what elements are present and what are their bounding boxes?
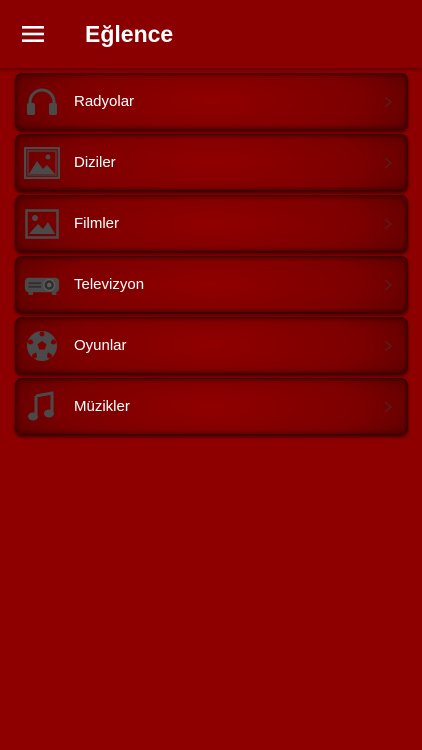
music-note-icon — [24, 391, 60, 423]
menu-item-oyunlar[interactable]: Oyunlar — [15, 317, 408, 374]
menu-item-label: Oyunlar — [74, 337, 127, 354]
hamburger-icon — [22, 26, 44, 42]
menu-item-label: Müzikler — [74, 398, 130, 415]
menu-item-label: Radyolar — [74, 93, 135, 110]
menu-button[interactable] — [14, 18, 52, 50]
menu-item-label: Filmler — [74, 215, 119, 232]
picture-icon — [24, 208, 60, 240]
chevron-right-icon — [384, 96, 393, 108]
app-bar: Eğlence — [0, 0, 422, 68]
image-frame-icon — [24, 147, 60, 179]
menu-item-radyolar[interactable]: Radyolar — [15, 73, 408, 130]
menu-list: Radyolar Diziler Filmler Televizyon Oyun… — [15, 73, 408, 439]
headphones-icon — [24, 86, 60, 118]
chevron-right-icon — [384, 279, 393, 291]
page-title: Eğlence — [85, 21, 174, 47]
chevron-right-icon — [384, 157, 393, 169]
menu-item-label: Diziler — [74, 154, 116, 171]
chevron-right-icon — [384, 401, 393, 413]
chevron-right-icon — [384, 340, 393, 352]
chevron-right-icon — [384, 218, 393, 230]
menu-item-filmler[interactable]: Filmler — [15, 195, 408, 252]
menu-item-muzikler[interactable]: Müzikler — [15, 378, 408, 435]
soccer-ball-icon — [24, 330, 60, 362]
menu-item-televizyon[interactable]: Televizyon — [15, 256, 408, 313]
menu-item-diziler[interactable]: Diziler — [15, 134, 408, 191]
menu-item-label: Televizyon — [74, 276, 145, 293]
projector-icon — [24, 269, 60, 301]
